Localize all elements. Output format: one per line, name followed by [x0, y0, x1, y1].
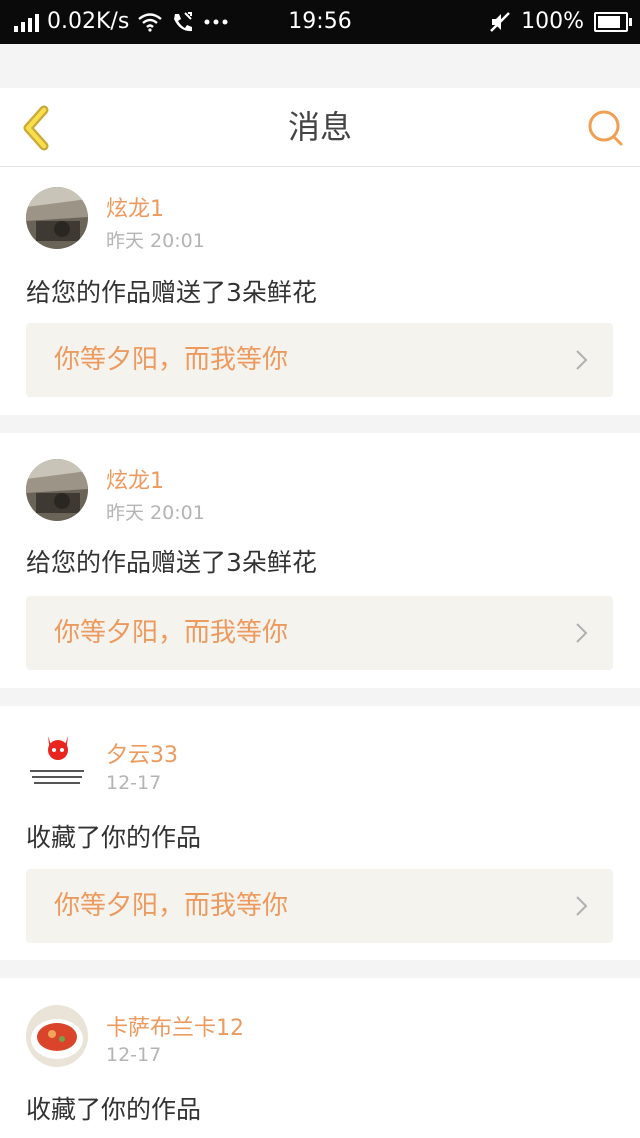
search-icon[interactable] [584, 106, 628, 150]
work-link[interactable]: 你等夕阳，而我等你 [26, 596, 613, 670]
work-title: 你等夕阳，而我等你 [54, 345, 289, 375]
timestamp: 昨天 20:01 [106, 230, 205, 252]
work-link[interactable]: 你等夕阳，而我等你 [26, 323, 613, 397]
avatar[interactable] [26, 187, 88, 249]
action-text: 收藏了你的作品 [26, 823, 202, 852]
work-link[interactable]: 你等夕阳，而我等你 [26, 869, 613, 943]
nav-header: 消息 [0, 88, 640, 167]
battery-icon [594, 12, 632, 32]
status-right: 100% [489, 0, 632, 44]
chevron-right-icon [576, 896, 588, 916]
user-name[interactable]: 炫龙1 [106, 463, 164, 495]
timestamp: 12-17 [106, 1044, 162, 1066]
battery-percent: 100% [521, 9, 584, 34]
message-card: 炫龙1 昨天 20:01 给您的作品赠送了3朵鲜花 你等夕阳，而我等你 [0, 167, 640, 415]
work-title: 你等夕阳，而我等你 [54, 618, 289, 648]
timestamp: 12-17 [106, 772, 162, 794]
avatar[interactable] [26, 730, 88, 792]
message-card: 卡萨布兰卡12 12-17 收藏了你的作品 [0, 978, 640, 1138]
avatar[interactable] [26, 459, 88, 521]
user-name[interactable]: 夕云33 [106, 737, 178, 769]
action-text: 收藏了你的作品 [26, 1095, 202, 1124]
user-name[interactable]: 炫龙1 [106, 191, 164, 223]
chevron-right-icon [576, 350, 588, 370]
message-card: 炫龙1 昨天 20:01 给您的作品赠送了3朵鲜花 你等夕阳，而我等你 [0, 433, 640, 688]
mute-icon [490, 12, 510, 32]
avatar[interactable] [26, 1005, 88, 1067]
status-bar: 0.02K/s 19:56 100% [0, 0, 640, 44]
top-spacer [0, 44, 640, 88]
timestamp: 昨天 20:01 [106, 502, 205, 524]
page-title: 消息 [287, 108, 352, 146]
message-card: 夕云33 12-17 收藏了你的作品 你等夕阳，而我等你 [0, 706, 640, 960]
work-title: 你等夕阳，而我等你 [54, 891, 289, 921]
action-text: 给您的作品赠送了3朵鲜花 [26, 548, 317, 577]
user-name[interactable]: 卡萨布兰卡12 [106, 1010, 244, 1042]
action-text: 给您的作品赠送了3朵鲜花 [26, 278, 317, 307]
chevron-right-icon [576, 623, 588, 643]
